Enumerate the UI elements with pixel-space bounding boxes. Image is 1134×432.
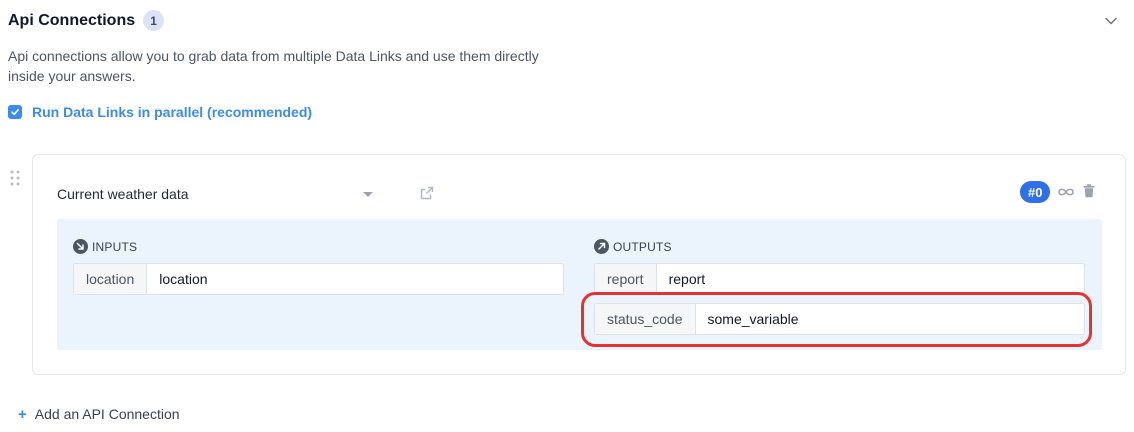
check-icon xyxy=(11,109,19,116)
inputs-heading-label: INPUTS xyxy=(92,239,138,254)
output-variable-field[interactable]: some_variable xyxy=(696,304,1085,334)
output-variable-field[interactable]: report xyxy=(657,264,1084,294)
chevron-down-icon xyxy=(1105,17,1117,25)
output-row-report: report report xyxy=(594,263,1085,295)
input-row-location: location location xyxy=(73,263,564,295)
section-description: Api connections allow you to grab data f… xyxy=(8,48,539,84)
outputs-heading-label: OUTPUTS xyxy=(613,239,672,254)
collapse-button[interactable] xyxy=(1100,10,1122,32)
arrow-out-icon xyxy=(594,239,609,254)
plus-icon: + xyxy=(18,405,27,423)
output-key: status_code xyxy=(595,304,696,334)
api-connection-card: Current weather data #0 INPUTS OUTPUTS l… xyxy=(32,154,1126,375)
input-key: location xyxy=(74,264,148,294)
drag-handle-icon[interactable] xyxy=(9,170,21,186)
section-header: Api Connections 1 xyxy=(8,10,165,31)
output-key: report xyxy=(595,264,657,294)
external-link-icon[interactable] xyxy=(419,185,435,201)
arrow-in-icon xyxy=(73,239,88,254)
section-title: Api Connections xyxy=(8,11,136,29)
count-badge: 1 xyxy=(143,10,165,31)
output-row-status-code: status_code some_variable xyxy=(594,303,1085,335)
add-api-connection-button[interactable]: + Add an API Connection xyxy=(18,406,180,422)
parallel-toggle[interactable]: Run Data Links in parallel (recommended) xyxy=(8,104,312,120)
add-api-connection-label: Add an API Connection xyxy=(34,406,180,422)
inputs-heading: INPUTS xyxy=(73,239,137,254)
connection-index-badge: #0 xyxy=(1020,181,1051,203)
outputs-heading: OUTPUTS xyxy=(594,239,672,254)
parallel-label[interactable]: Run Data Links in parallel (recommended) xyxy=(32,104,312,120)
caret-down-icon xyxy=(363,191,373,197)
trash-icon[interactable] xyxy=(1083,184,1095,198)
api-connections-section: Api Connections 1 Api connections allow … xyxy=(0,0,1134,432)
data-link-select-value: Current weather data xyxy=(57,186,189,202)
input-variable-field[interactable]: location xyxy=(147,264,563,294)
parallel-checkbox[interactable] xyxy=(8,105,22,119)
infinity-link-icon[interactable] xyxy=(1056,185,1076,199)
io-mapping-panel: INPUTS OUTPUTS location location report … xyxy=(57,219,1102,350)
data-link-select[interactable]: Current weather data xyxy=(57,183,373,205)
